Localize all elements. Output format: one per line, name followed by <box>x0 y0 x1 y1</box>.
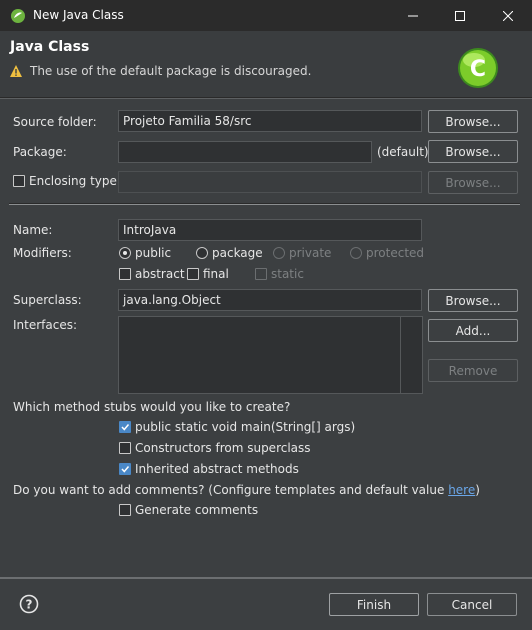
package-input[interactable] <box>118 141 372 163</box>
close-icon <box>503 10 513 21</box>
checkmark-icon <box>121 424 130 431</box>
warning-icon <box>10 65 22 77</box>
stub-inherited-checkbox[interactable] <box>119 463 131 475</box>
superclass-label: Superclass: <box>13 293 82 307</box>
modifier-private-label: private <box>289 246 332 260</box>
package-label: Package: <box>13 145 67 159</box>
stubs-question: Which method stubs would you like to cre… <box>13 400 291 414</box>
warning-message: The use of the default package is discou… <box>30 64 312 78</box>
modifier-protected-radio[interactable] <box>350 247 362 259</box>
section-separator-light <box>9 204 520 205</box>
modifier-final-checkbox[interactable] <box>187 268 199 280</box>
modifier-final-label: final <box>203 267 229 281</box>
stub-inherited-label: Inherited abstract methods <box>135 462 299 476</box>
package-default-label: (default) <box>377 145 429 159</box>
modifier-static-checkbox[interactable] <box>255 268 267 280</box>
interfaces-list[interactable] <box>118 316 423 394</box>
enclosing-type-checkbox[interactable] <box>13 175 25 187</box>
banner-separator-light <box>0 98 532 99</box>
checkmark-icon <box>121 466 130 473</box>
modifier-package-label: package <box>212 246 263 260</box>
generate-comments-label: Generate comments <box>135 503 259 517</box>
modifier-private-radio[interactable] <box>273 247 285 259</box>
modifier-public-radio[interactable] <box>119 247 131 259</box>
modifier-abstract-label: abstract <box>135 267 185 281</box>
source-folder-label: Source folder: <box>13 115 97 129</box>
interfaces-label: Interfaces: <box>13 318 78 332</box>
name-input[interactable]: IntroJava <box>118 219 422 241</box>
modifier-public-label: public <box>135 246 172 260</box>
enclosing-type-label: Enclosing type: <box>29 174 121 188</box>
new-class-c-icon: C <box>458 48 498 88</box>
interfaces-add-button[interactable]: Add... <box>428 319 518 342</box>
minimize-icon <box>408 15 418 16</box>
comments-question-end: ) <box>475 483 480 497</box>
footer-separator <box>0 577 532 579</box>
source-folder-browse-button[interactable]: Browse... <box>428 110 518 133</box>
stub-constructors-label: Constructors from superclass <box>135 441 311 455</box>
finish-button[interactable]: Finish <box>329 593 419 616</box>
interfaces-remove-button[interactable]: Remove <box>428 359 518 382</box>
configure-templates-link[interactable]: here <box>448 483 475 497</box>
help-icon[interactable]: ? <box>19 594 39 614</box>
source-folder-input[interactable]: Projeto Familia 58/src <box>118 110 422 132</box>
minimize-button[interactable] <box>390 0 436 31</box>
stub-main-checkbox[interactable] <box>119 421 131 433</box>
stub-constructors-checkbox[interactable] <box>119 442 131 454</box>
app-icon <box>11 9 25 23</box>
window-title: New Java Class <box>33 8 124 22</box>
close-button[interactable] <box>484 0 532 31</box>
modifier-protected-label: protected <box>366 246 425 260</box>
comments-question: Do you want to add comments? (Configure … <box>13 483 480 497</box>
stub-main-label: public static void main(String[] args) <box>135 420 356 434</box>
package-browse-button[interactable]: Browse... <box>428 140 518 163</box>
maximize-icon <box>455 10 465 21</box>
comments-question-text: Do you want to add comments? (Configure … <box>13 483 449 497</box>
page-title: Java Class <box>10 39 90 55</box>
generate-comments-checkbox[interactable] <box>119 504 131 516</box>
modifiers-label: Modifiers: <box>13 246 72 260</box>
cancel-button[interactable]: Cancel <box>427 593 517 616</box>
maximize-button[interactable] <box>437 0 483 31</box>
svg-text:?: ? <box>26 598 33 612</box>
name-label: Name: <box>13 223 53 237</box>
enclosing-type-browse-button[interactable]: Browse... <box>428 171 518 194</box>
superclass-input[interactable]: java.lang.Object <box>118 289 422 311</box>
svg-text:C: C <box>470 57 486 82</box>
modifier-package-radio[interactable] <box>196 247 208 259</box>
enclosing-type-input[interactable] <box>118 171 422 193</box>
modifier-abstract-checkbox[interactable] <box>119 268 131 280</box>
interfaces-scrollbar[interactable] <box>400 317 422 393</box>
superclass-browse-button[interactable]: Browse... <box>428 289 518 312</box>
modifier-static-label: static <box>271 267 304 281</box>
